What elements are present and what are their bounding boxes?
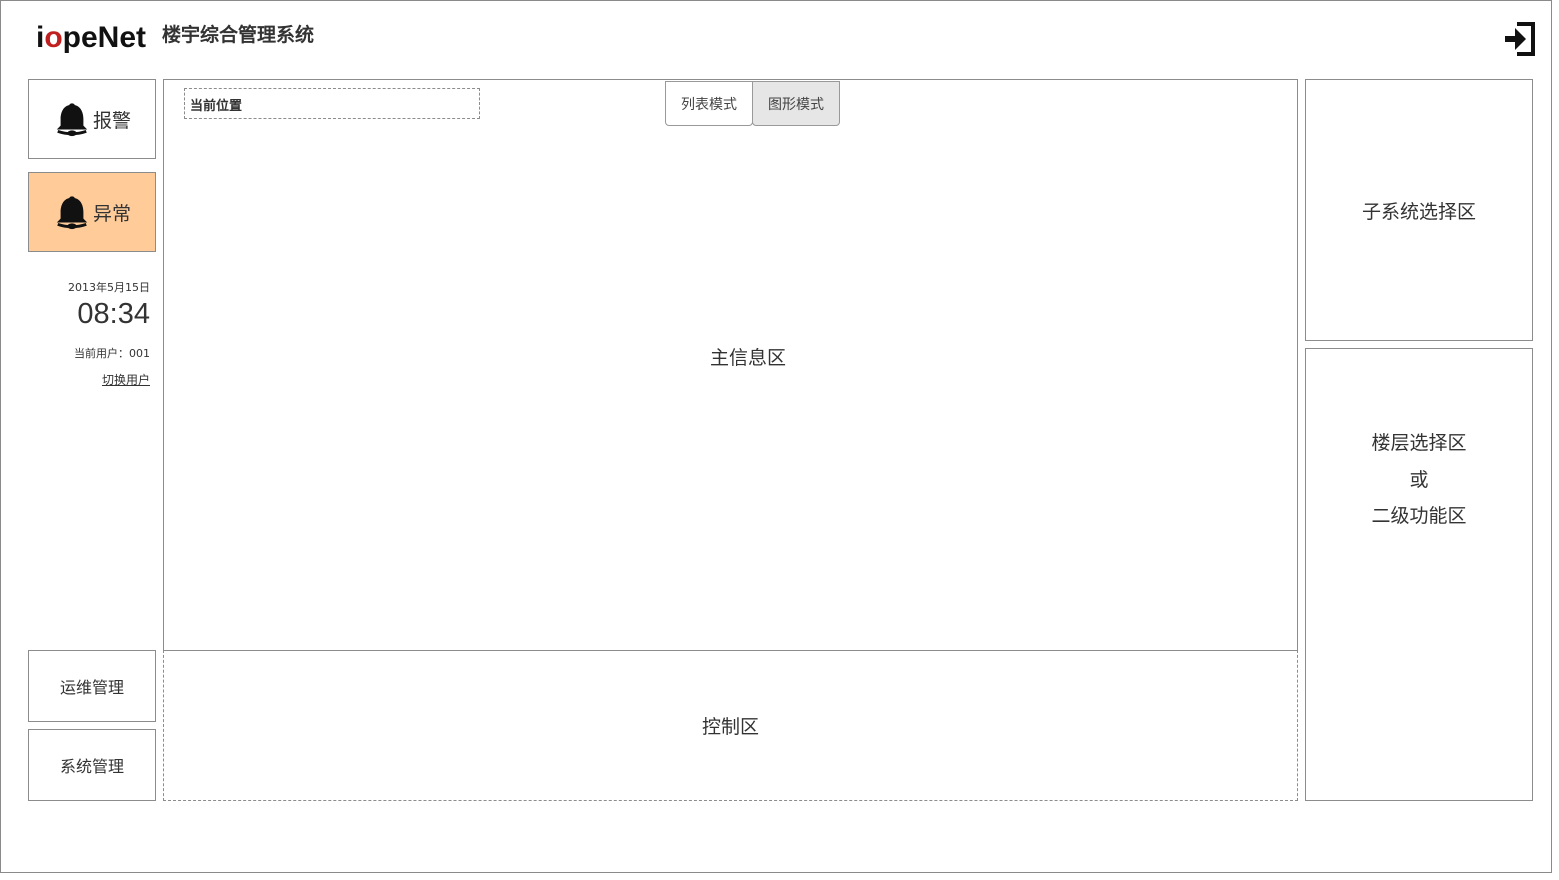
alarm-label: 报警 bbox=[92, 109, 131, 132]
floor-label-line2: 或 bbox=[1409, 468, 1429, 491]
floor-label-line1: 楼层选择区 bbox=[1371, 432, 1467, 454]
current-user: 当前用户：001 bbox=[74, 347, 150, 360]
current-date: 2013年5月15日 bbox=[68, 281, 150, 294]
ops-management-button[interactable]: 运维管理 bbox=[28, 650, 156, 722]
floor-select-area[interactable] bbox=[1305, 348, 1533, 801]
abnormal-button[interactable]: 异常 bbox=[28, 172, 156, 252]
current-location-breadcrumb: 当前位置 bbox=[184, 88, 480, 119]
system-management-label: 系统管理 bbox=[59, 757, 124, 776]
switch-user-link[interactable]: 切换用户 bbox=[60, 371, 150, 388]
logout-icon bbox=[1505, 22, 1535, 56]
system-title: 楼宇综合管理系统 bbox=[162, 25, 315, 46]
graph-mode-tab[interactable]: 图形模式 bbox=[752, 81, 840, 126]
list-mode-tab[interactable]: 列表模式 bbox=[665, 81, 753, 126]
logout-button[interactable] bbox=[1503, 22, 1535, 56]
floor-label-line3: 二级功能区 bbox=[1371, 505, 1467, 527]
subsystem-select-area[interactable]: 子系统选择区 bbox=[1305, 79, 1533, 341]
bell-icon bbox=[56, 103, 88, 137]
system-management-button[interactable]: 系统管理 bbox=[28, 729, 156, 801]
app-logo: iopeNet bbox=[36, 21, 147, 54]
ops-management-label: 运维管理 bbox=[59, 678, 124, 697]
current-time: 08:34 bbox=[77, 298, 150, 330]
abnormal-label: 异常 bbox=[92, 202, 131, 225]
main-info-label: 主信息区 bbox=[709, 347, 786, 369]
bell-icon bbox=[56, 196, 88, 230]
floor-select-text: 楼层选择区 或 二级功能区 bbox=[1305, 425, 1533, 535]
control-area: 控制区 bbox=[163, 650, 1298, 801]
alarm-button[interactable]: 报警 bbox=[28, 79, 156, 159]
subsystem-label: 子系统选择区 bbox=[1361, 200, 1476, 223]
control-area-label: 控制区 bbox=[701, 716, 759, 738]
